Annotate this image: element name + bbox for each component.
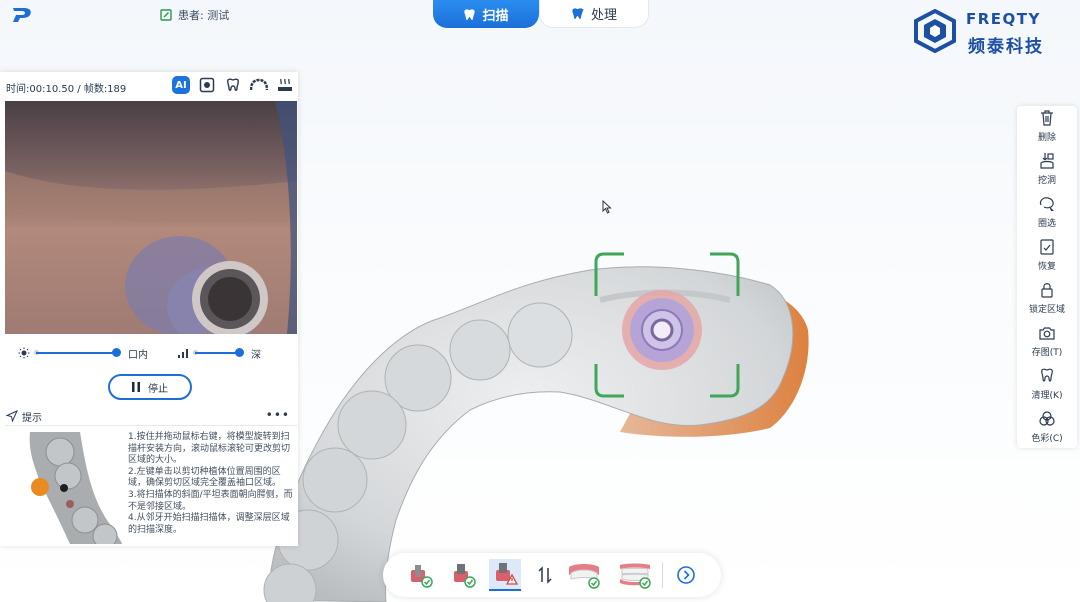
brightness-icon — [18, 347, 30, 359]
intraoral-camera-view — [5, 101, 297, 334]
swap-icon — [538, 566, 552, 584]
depth-label: 深 — [251, 349, 261, 361]
scan-status: 时间:00:10.50 / 帧数:189 — [6, 84, 127, 95]
depth-slider[interactable]: 深 — [177, 346, 261, 361]
hint-line: 1.按住并拖动鼠标右键，将模型旋转到扫描杆安装方向，滚动鼠标滚轮可更改剪切区域的… — [128, 432, 291, 466]
tooth-clean-icon — [1041, 368, 1053, 382]
delete-label: 删除 — [1037, 133, 1056, 143]
brand-logo-icon — [914, 9, 956, 53]
heat-icon[interactable] — [276, 76, 294, 94]
save-image-button[interactable]: 存图(T) — [1017, 324, 1077, 364]
hint-line: 2.左键单击以剪切种植体位置周围的区域，确保剪切区域完全覆盖袖口区域。 — [128, 466, 282, 489]
lasso-select-label: 圈选 — [1037, 219, 1056, 229]
lock-icon — [1041, 283, 1053, 298]
depth-handle[interactable] — [234, 348, 244, 357]
tab-scan[interactable]: 扫描 — [433, 0, 539, 28]
restore-icon — [1040, 239, 1054, 255]
hint-illustration — [10, 432, 122, 544]
brightness-label: 口内 — [128, 349, 148, 361]
mouse-cursor-icon — [602, 200, 612, 214]
implant-done-icon — [411, 565, 433, 588]
brightness-handle[interactable] — [111, 348, 121, 357]
scan-tool-icons: AI — [172, 76, 294, 94]
restore-button[interactable]: 恢复 — [1017, 238, 1077, 278]
clean-button[interactable]: 清理(K) — [1017, 367, 1077, 407]
ai-icon[interactable]: AI — [172, 76, 190, 94]
color-label: 色彩(C) — [1031, 434, 1063, 444]
tab-process-label: 处理 — [590, 8, 617, 23]
color-button[interactable]: 色彩(C) — [1017, 410, 1077, 450]
edit-icon[interactable] — [160, 9, 172, 21]
upper-jaw-done-icon — [569, 564, 600, 589]
lasso-select-button[interactable]: 圈选 — [1017, 195, 1077, 235]
dig-hole-label: 挖洞 — [1037, 176, 1056, 186]
stop-button[interactable]: 停止 — [108, 374, 192, 400]
brand-name-cn: 频泰科技 — [968, 37, 1044, 57]
delete-button[interactable]: 删除 — [1017, 109, 1077, 149]
tab-scan-label: 扫描 — [482, 8, 509, 24]
lasso-select-icon — [1039, 197, 1054, 211]
edit-toolbar: 删除 挖洞 圈选 恢复 锁定区域 存图(T) 清理(K) 色彩(C) — [1017, 106, 1077, 448]
arch-icon[interactable] — [250, 76, 268, 94]
brightness-slider[interactable]: 口内 — [18, 346, 148, 361]
dig-hole-icon — [1040, 153, 1054, 169]
depth-icon — [178, 349, 188, 358]
patient-info[interactable]: 患者: 测试 — [160, 6, 229, 24]
app-logo-icon — [13, 8, 31, 22]
camera-icon — [1039, 327, 1055, 340]
next-step-button[interactable] — [671, 560, 701, 590]
hint-instructions: 1.按住并拖动鼠标右键，将模型旋转到扫描杆安装方向，滚动鼠标滚轮可更改剪切区域的… — [128, 432, 294, 536]
clean-label: 清理(K) — [1031, 391, 1063, 401]
focus-icon[interactable] — [198, 76, 216, 94]
scanbody-warning-button[interactable] — [489, 559, 521, 591]
scanbody-warning-icon — [496, 563, 518, 585]
dig-hole-button[interactable]: 挖洞 — [1017, 152, 1077, 192]
scanbody-done-button[interactable] — [448, 560, 478, 590]
trash-icon — [1041, 110, 1053, 126]
pause-icon — [132, 382, 140, 392]
hint-header: 提示 ••• — [6, 408, 296, 424]
tooth-process-icon — [572, 8, 584, 19]
hint-title: 提示 — [22, 412, 42, 424]
next-icon — [677, 566, 695, 584]
upper-jaw-done-button[interactable] — [566, 560, 602, 590]
hint-line: 3.将扫描体的斜面/平坦表面朝向腭侧，而不是邻接区域。 — [128, 489, 293, 512]
brightness-track[interactable] — [34, 348, 121, 357]
toolbar-divider — [662, 562, 663, 588]
brand-name-en: FREQTY — [966, 10, 1041, 28]
tooth-icon — [464, 8, 476, 20]
tooth-scan-icon[interactable] — [224, 76, 242, 94]
more-options-icon[interactable]: ••• — [266, 408, 290, 422]
navigation-icon — [6, 410, 18, 422]
dental-arch-model[interactable] — [240, 240, 840, 602]
patient-label: 患者: 测试 — [178, 9, 230, 22]
restore-label: 恢复 — [1037, 262, 1056, 272]
tab-process[interactable]: 处理 — [539, 0, 649, 28]
stop-label: 停止 — [148, 383, 168, 395]
hint-line: 4.从邻牙开始扫描扫描体，调整深层区域的扫描深度。 — [128, 513, 290, 535]
save-image-label: 存图(T) — [1031, 348, 1063, 358]
swap-button[interactable] — [530, 560, 560, 590]
color-icon — [1039, 411, 1055, 426]
depth-track[interactable] — [193, 348, 244, 357]
lower-jaw-done-icon — [620, 563, 651, 589]
lower-jaw-done-button[interactable] — [617, 560, 653, 590]
lock-region-button[interactable]: 锁定区域 — [1017, 281, 1077, 321]
implant-done-button[interactable] — [405, 560, 435, 590]
lock-region-label: 锁定区域 — [1028, 305, 1065, 315]
scanbody-done-icon — [454, 564, 476, 588]
